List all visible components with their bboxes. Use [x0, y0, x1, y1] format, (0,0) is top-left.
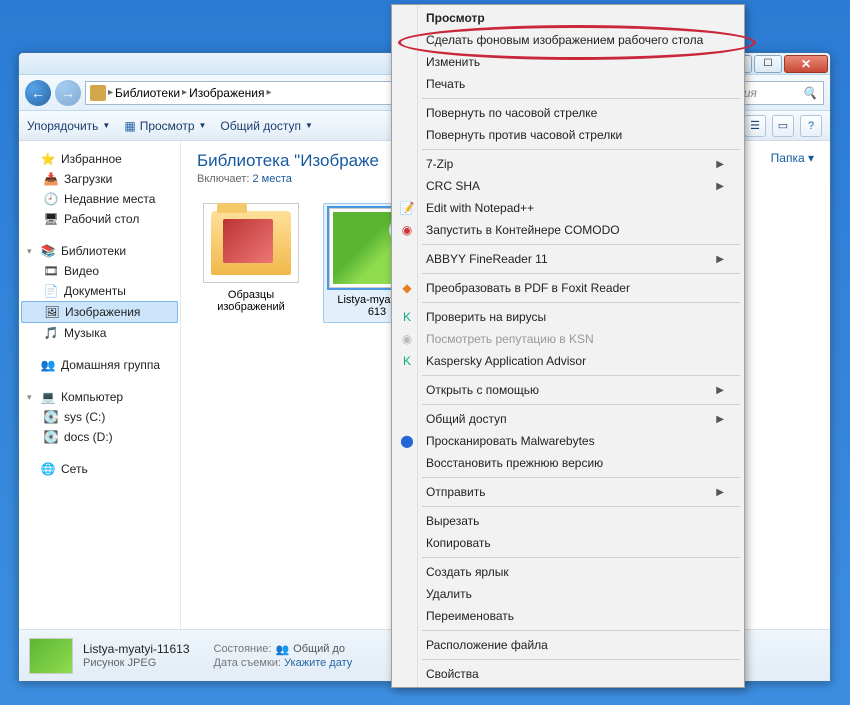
ctx-rotate-cw[interactable]: Повернуть по часовой стрелке [394, 102, 742, 124]
sidebar: ⭐Избранное 📥Загрузки 🕘Недавние места 🖥Ра… [19, 141, 181, 629]
close-button[interactable]: ✕ [784, 55, 828, 73]
ctx-abbyy[interactable]: ABBYY FineReader 11▶ [394, 248, 742, 270]
search-icon: 🔍 [802, 86, 817, 100]
music-icon: 🎵 [43, 325, 59, 341]
preview-pane-button[interactable]: ▭ [772, 115, 794, 137]
kaspersky-icon: K [399, 353, 415, 369]
crumb-libraries[interactable]: Библиотеки [115, 86, 180, 100]
ksn-icon: ◉ [399, 331, 415, 347]
sidebar-item-video[interactable]: 🎞Видео [19, 261, 180, 281]
sidebar-libraries[interactable]: ▾📚Библиотеки [19, 241, 180, 261]
sidebar-item-drive-c[interactable]: 💽sys (C:) [19, 407, 180, 427]
ctx-notepadpp[interactable]: 📝Edit with Notepad++ [394, 197, 742, 219]
share-button[interactable]: Общий доступ▼ [220, 119, 313, 133]
maximize-button[interactable]: ☐ [754, 55, 782, 73]
crumb-images[interactable]: Изображения [189, 86, 264, 100]
forward-button[interactable]: → [55, 80, 81, 106]
ctx-sharing[interactable]: Общий доступ▶ [394, 408, 742, 430]
back-button[interactable]: ← [25, 80, 51, 106]
sidebar-computer[interactable]: ▾💻Компьютер [19, 387, 180, 407]
sidebar-item-drive-d[interactable]: 💽docs (D:) [19, 427, 180, 447]
homegroup-icon: 👥 [40, 357, 56, 373]
add-date-link[interactable]: Укажите дату [284, 657, 352, 669]
folder-sample-images[interactable]: Образцы изображений [197, 203, 305, 323]
ctx-copy[interactable]: Копировать [394, 532, 742, 554]
context-menu: Просмотр Сделать фоновым изображением ра… [391, 4, 745, 688]
ctx-preview[interactable]: Просмотр [394, 7, 742, 29]
images-icon: 🖼 [44, 304, 60, 320]
comodo-icon: ◉ [399, 222, 415, 238]
libraries-icon [90, 85, 106, 101]
details-filename: Listya-myatyi-11613 [83, 642, 190, 656]
kaspersky-icon: K [399, 309, 415, 325]
library-locations-link[interactable]: 2 места [252, 173, 291, 185]
star-icon: ⭐ [40, 151, 56, 167]
ctx-open-with[interactable]: Открыть с помощью▶ [394, 379, 742, 401]
ctx-7zip[interactable]: 7-Zip▶ [394, 153, 742, 175]
ctx-rotate-ccw[interactable]: Повернуть против часовой стрелки [394, 124, 742, 146]
sidebar-item-downloads[interactable]: 📥Загрузки [19, 169, 180, 189]
ctx-ksn: ◉Посмотреть репутацию в KSN [394, 328, 742, 350]
drive-icon: 💽 [43, 409, 59, 425]
documents-icon: 📄 [43, 283, 59, 299]
chevron-right-icon: ▸ [108, 87, 113, 98]
ctx-scan-virus[interactable]: KПроверить на вирусы [394, 306, 742, 328]
sidebar-network[interactable]: 🌐Сеть [19, 459, 180, 479]
shared-icon: 👥 [275, 643, 289, 656]
foxit-icon: ◆ [399, 280, 415, 296]
sidebar-item-desktop[interactable]: 🖥Рабочий стол [19, 209, 180, 229]
computer-icon: 💻 [40, 389, 56, 405]
network-icon: 🌐 [40, 461, 56, 477]
ctx-delete[interactable]: Удалить [394, 583, 742, 605]
sidebar-item-recent[interactable]: 🕘Недавние места [19, 189, 180, 209]
sidebar-item-documents[interactable]: 📄Документы [19, 281, 180, 301]
chevron-right-icon: ▸ [267, 87, 272, 98]
sidebar-homegroup[interactable]: 👥Домашняя группа [19, 355, 180, 375]
ctx-restore-prev[interactable]: Восстановить прежнюю версию [394, 452, 742, 474]
desktop-icon: 🖥 [43, 211, 59, 227]
ctx-print[interactable]: Печать [394, 73, 742, 95]
ctx-set-wallpaper[interactable]: Сделать фоновым изображением рабочего ст… [394, 29, 742, 51]
downloads-icon: 📥 [43, 171, 59, 187]
ctx-send-to[interactable]: Отправить▶ [394, 481, 742, 503]
ctx-comodo[interactable]: ◉Запустить в Контейнере COMODO [394, 219, 742, 241]
file-name: изображений [197, 301, 305, 313]
ctx-foxit[interactable]: ◆Преобразовать в PDF в Foxit Reader [394, 277, 742, 299]
drive-icon: 💽 [43, 429, 59, 445]
sidebar-item-images[interactable]: 🖼Изображения [21, 301, 178, 323]
sidebar-item-music[interactable]: 🎵Музыка [19, 323, 180, 343]
arrange-by[interactable]: Папка ▾ [771, 151, 814, 165]
details-thumbnail [29, 638, 73, 674]
details-filetype: Рисунок JPEG [83, 657, 190, 669]
recent-icon: 🕘 [43, 191, 59, 207]
video-icon: 🎞 [43, 263, 59, 279]
ctx-file-location[interactable]: Расположение файла [394, 634, 742, 656]
notepad-icon: 📝 [399, 200, 415, 216]
ctx-kav-advisor[interactable]: KKaspersky Application Advisor [394, 350, 742, 372]
malwarebytes-icon: ⬤ [399, 433, 415, 449]
libraries-icon: 📚 [40, 243, 56, 259]
preview-button[interactable]: ▦Просмотр▼ [124, 119, 206, 133]
ctx-edit[interactable]: Изменить [394, 51, 742, 73]
ctx-cut[interactable]: Вырезать [394, 510, 742, 532]
organize-button[interactable]: Упорядочить▼ [27, 119, 110, 133]
chevron-right-icon: ▸ [182, 87, 187, 98]
ctx-shortcut[interactable]: Создать ярлык [394, 561, 742, 583]
ctx-rename[interactable]: Переименовать [394, 605, 742, 627]
ctx-crcsha[interactable]: CRC SHA▶ [394, 175, 742, 197]
ctx-malwarebytes[interactable]: ⬤Просканировать Malwarebytes [394, 430, 742, 452]
view-mode-button[interactable]: ☰ [744, 115, 766, 137]
file-name: Образцы [197, 289, 305, 301]
sidebar-favorites[interactable]: ⭐Избранное [19, 149, 180, 169]
ctx-properties[interactable]: Свойства [394, 663, 742, 685]
help-button[interactable]: ? [800, 115, 822, 137]
